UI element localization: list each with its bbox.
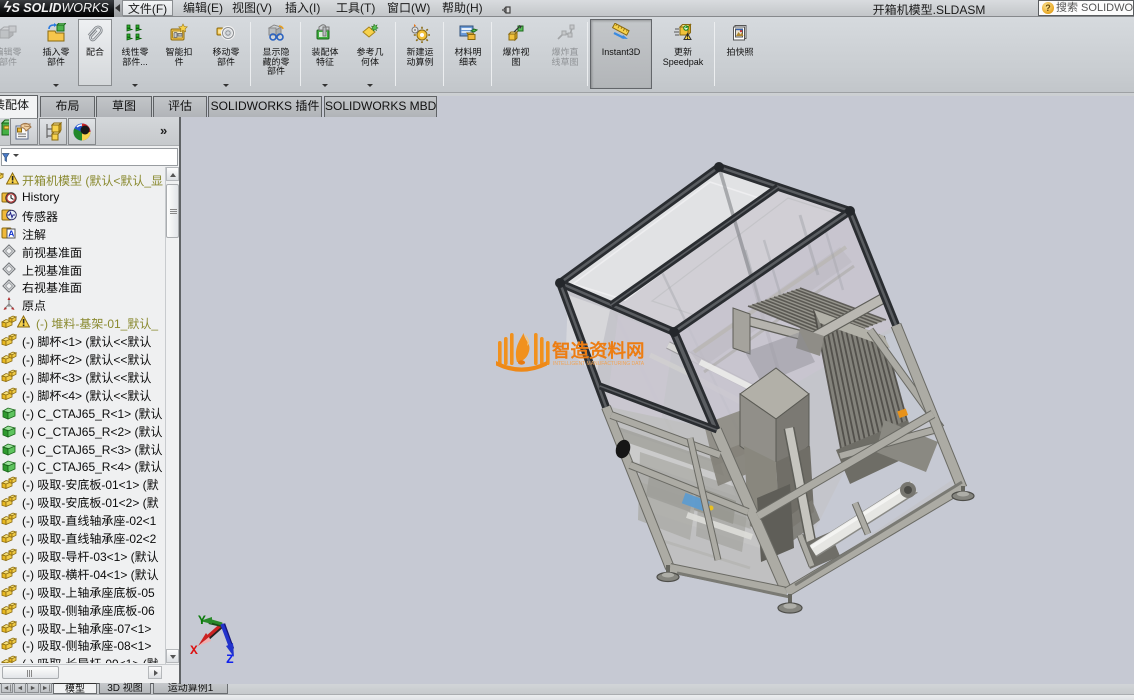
svg-text:INTELLIGENT MANUFACTURING DATA: INTELLIGENT MANUFACTURING DATA <box>553 361 645 367</box>
svg-text:A: A <box>8 228 14 238</box>
svg-text:!: ! <box>687 35 689 41</box>
svg-text:智造资料网: 智造资料网 <box>552 340 645 361</box>
svg-text:Z: Z <box>226 652 234 667</box>
svg-text:Y: Y <box>198 613 206 628</box>
svg-text:X: X <box>190 643 198 658</box>
